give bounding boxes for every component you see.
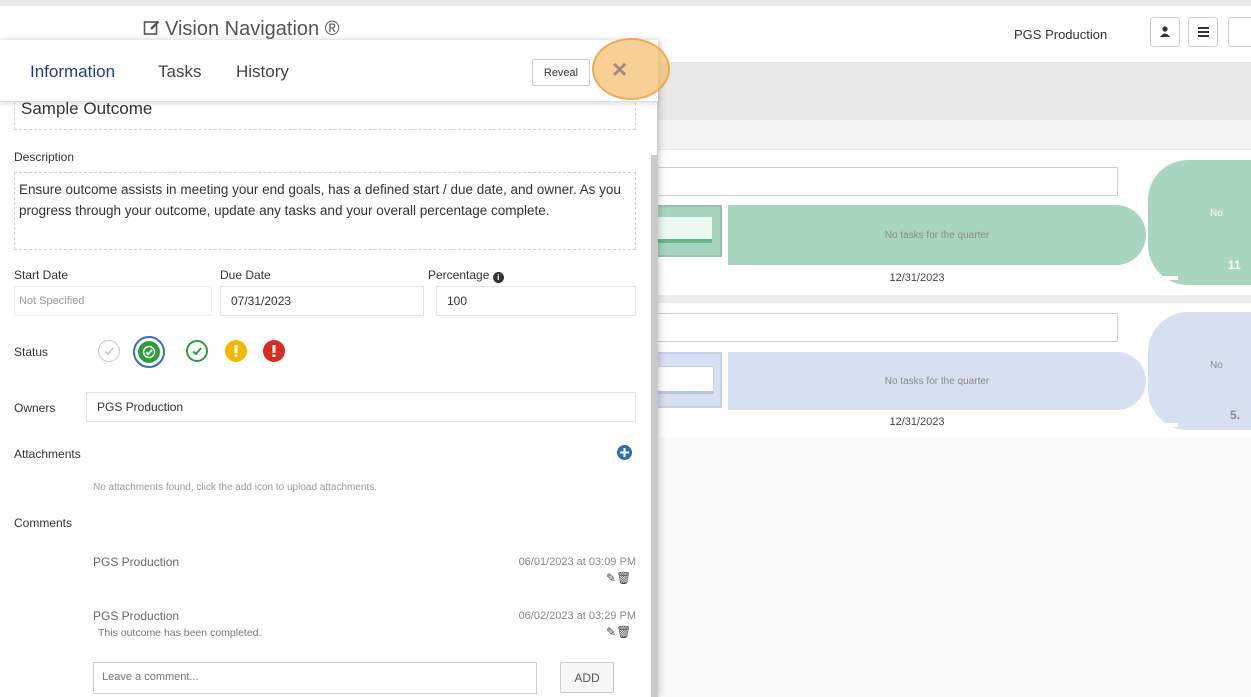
add-attachment-icon[interactable]: [617, 445, 632, 460]
summary-value: 11: [1228, 258, 1241, 272]
comment-author: PGS Production: [93, 555, 180, 569]
start-date-field[interactable]: Not Specified: [14, 286, 212, 316]
percentage-field[interactable]: 100: [436, 286, 636, 316]
summary-pill[interactable]: No 5.: [1148, 312, 1251, 430]
row-input[interactable]: [640, 167, 1118, 196]
edit-comment-icon[interactable]: ✎: [606, 625, 616, 639]
summary-value: 5.: [1230, 408, 1241, 422]
outcome-panel: [0, 40, 658, 697]
summary-pill[interactable]: No 11: [1148, 160, 1251, 285]
description-label: Description: [14, 150, 75, 164]
start-date-label: Start Date: [14, 268, 69, 282]
hamburger-icon: [1197, 24, 1209, 40]
comment-author: PGS Production: [93, 609, 180, 623]
due-date-label: Due Date: [220, 268, 271, 282]
panel-scrollbar[interactable]: [651, 155, 658, 697]
quarter-pill-text: No tasks for the quarter: [884, 375, 990, 387]
status-label: Status: [14, 345, 49, 359]
edit-icon: [143, 19, 161, 37]
menu-button[interactable]: [1188, 17, 1218, 47]
row-input[interactable]: [640, 313, 1118, 342]
tab-history[interactable]: History: [236, 62, 289, 82]
delete-comment-icon[interactable]: 🗑: [616, 571, 631, 585]
comment-actions: ✎🗑: [606, 571, 631, 585]
comment-text: This outcome has been completed.: [98, 627, 262, 639]
row-date: 12/31/2023: [889, 272, 945, 284]
status-not-started-icon[interactable]: [98, 340, 120, 362]
status-completed-icon[interactable]: [133, 336, 165, 368]
summary-text: No: [1210, 208, 1223, 219]
due-date-field[interactable]: 07/31/2023: [220, 286, 424, 316]
delete-comment-icon[interactable]: 🗑: [616, 625, 631, 639]
comment-timestamp: 06/01/2023 at 03:09 PM: [518, 556, 636, 568]
quarter-pill[interactable]: No tasks for the quarter: [728, 205, 1146, 265]
quarter-pill[interactable]: No tasks for the quarter: [728, 352, 1146, 410]
owners-field[interactable]: PGS Production: [86, 392, 636, 422]
reveal-button[interactable]: Reveal: [532, 59, 590, 86]
summary-progress: [1158, 276, 1178, 280]
comment-actions: ✎🗑: [606, 625, 631, 639]
quarter-pill-text: No tasks for the quarter: [884, 229, 990, 241]
add-comment-button[interactable]: ADD: [560, 662, 614, 693]
owners-label: Owners: [14, 401, 56, 415]
status-on-track-icon[interactable]: [186, 340, 208, 362]
description-field[interactable]: Ensure outcome assists in meeting your e…: [14, 172, 636, 250]
close-icon[interactable]: ×: [612, 54, 627, 85]
app-title: Vision Navigation ®: [143, 18, 339, 41]
edit-comment-icon[interactable]: ✎: [606, 571, 616, 585]
tab-information[interactable]: Information: [30, 62, 115, 82]
tab-tasks[interactable]: Tasks: [158, 62, 201, 82]
status-off-track-icon[interactable]: [263, 340, 285, 362]
summary-text: No: [1210, 360, 1223, 371]
overflow-button[interactable]: [1228, 17, 1251, 47]
user-button[interactable]: [1150, 17, 1180, 47]
row-divider: [655, 295, 1251, 303]
user-icon: [1160, 24, 1170, 40]
attachments-label: Attachments: [14, 447, 81, 461]
percentage-label-text: Percentage: [428, 268, 490, 282]
summary-progress: [1158, 423, 1178, 427]
comment-timestamp: 06/02/2023 at 03:29 PM: [518, 610, 636, 622]
info-icon[interactable]: i: [492, 272, 504, 283]
outcome-title: Sample Outcome: [21, 99, 153, 118]
close-highlight: [592, 38, 670, 100]
app-title-text: Vision Navigation ®: [165, 18, 340, 40]
user-name: PGS Production: [1014, 27, 1108, 42]
comments-label: Comments: [14, 516, 73, 530]
attachments-empty-text: No attachments found, click the add icon…: [93, 482, 378, 493]
percentage-label: Percentage i: [428, 268, 504, 283]
status-at-risk-icon[interactable]: [225, 340, 247, 362]
comment-input[interactable]: [93, 662, 537, 694]
row-date: 12/31/2023: [889, 416, 945, 428]
